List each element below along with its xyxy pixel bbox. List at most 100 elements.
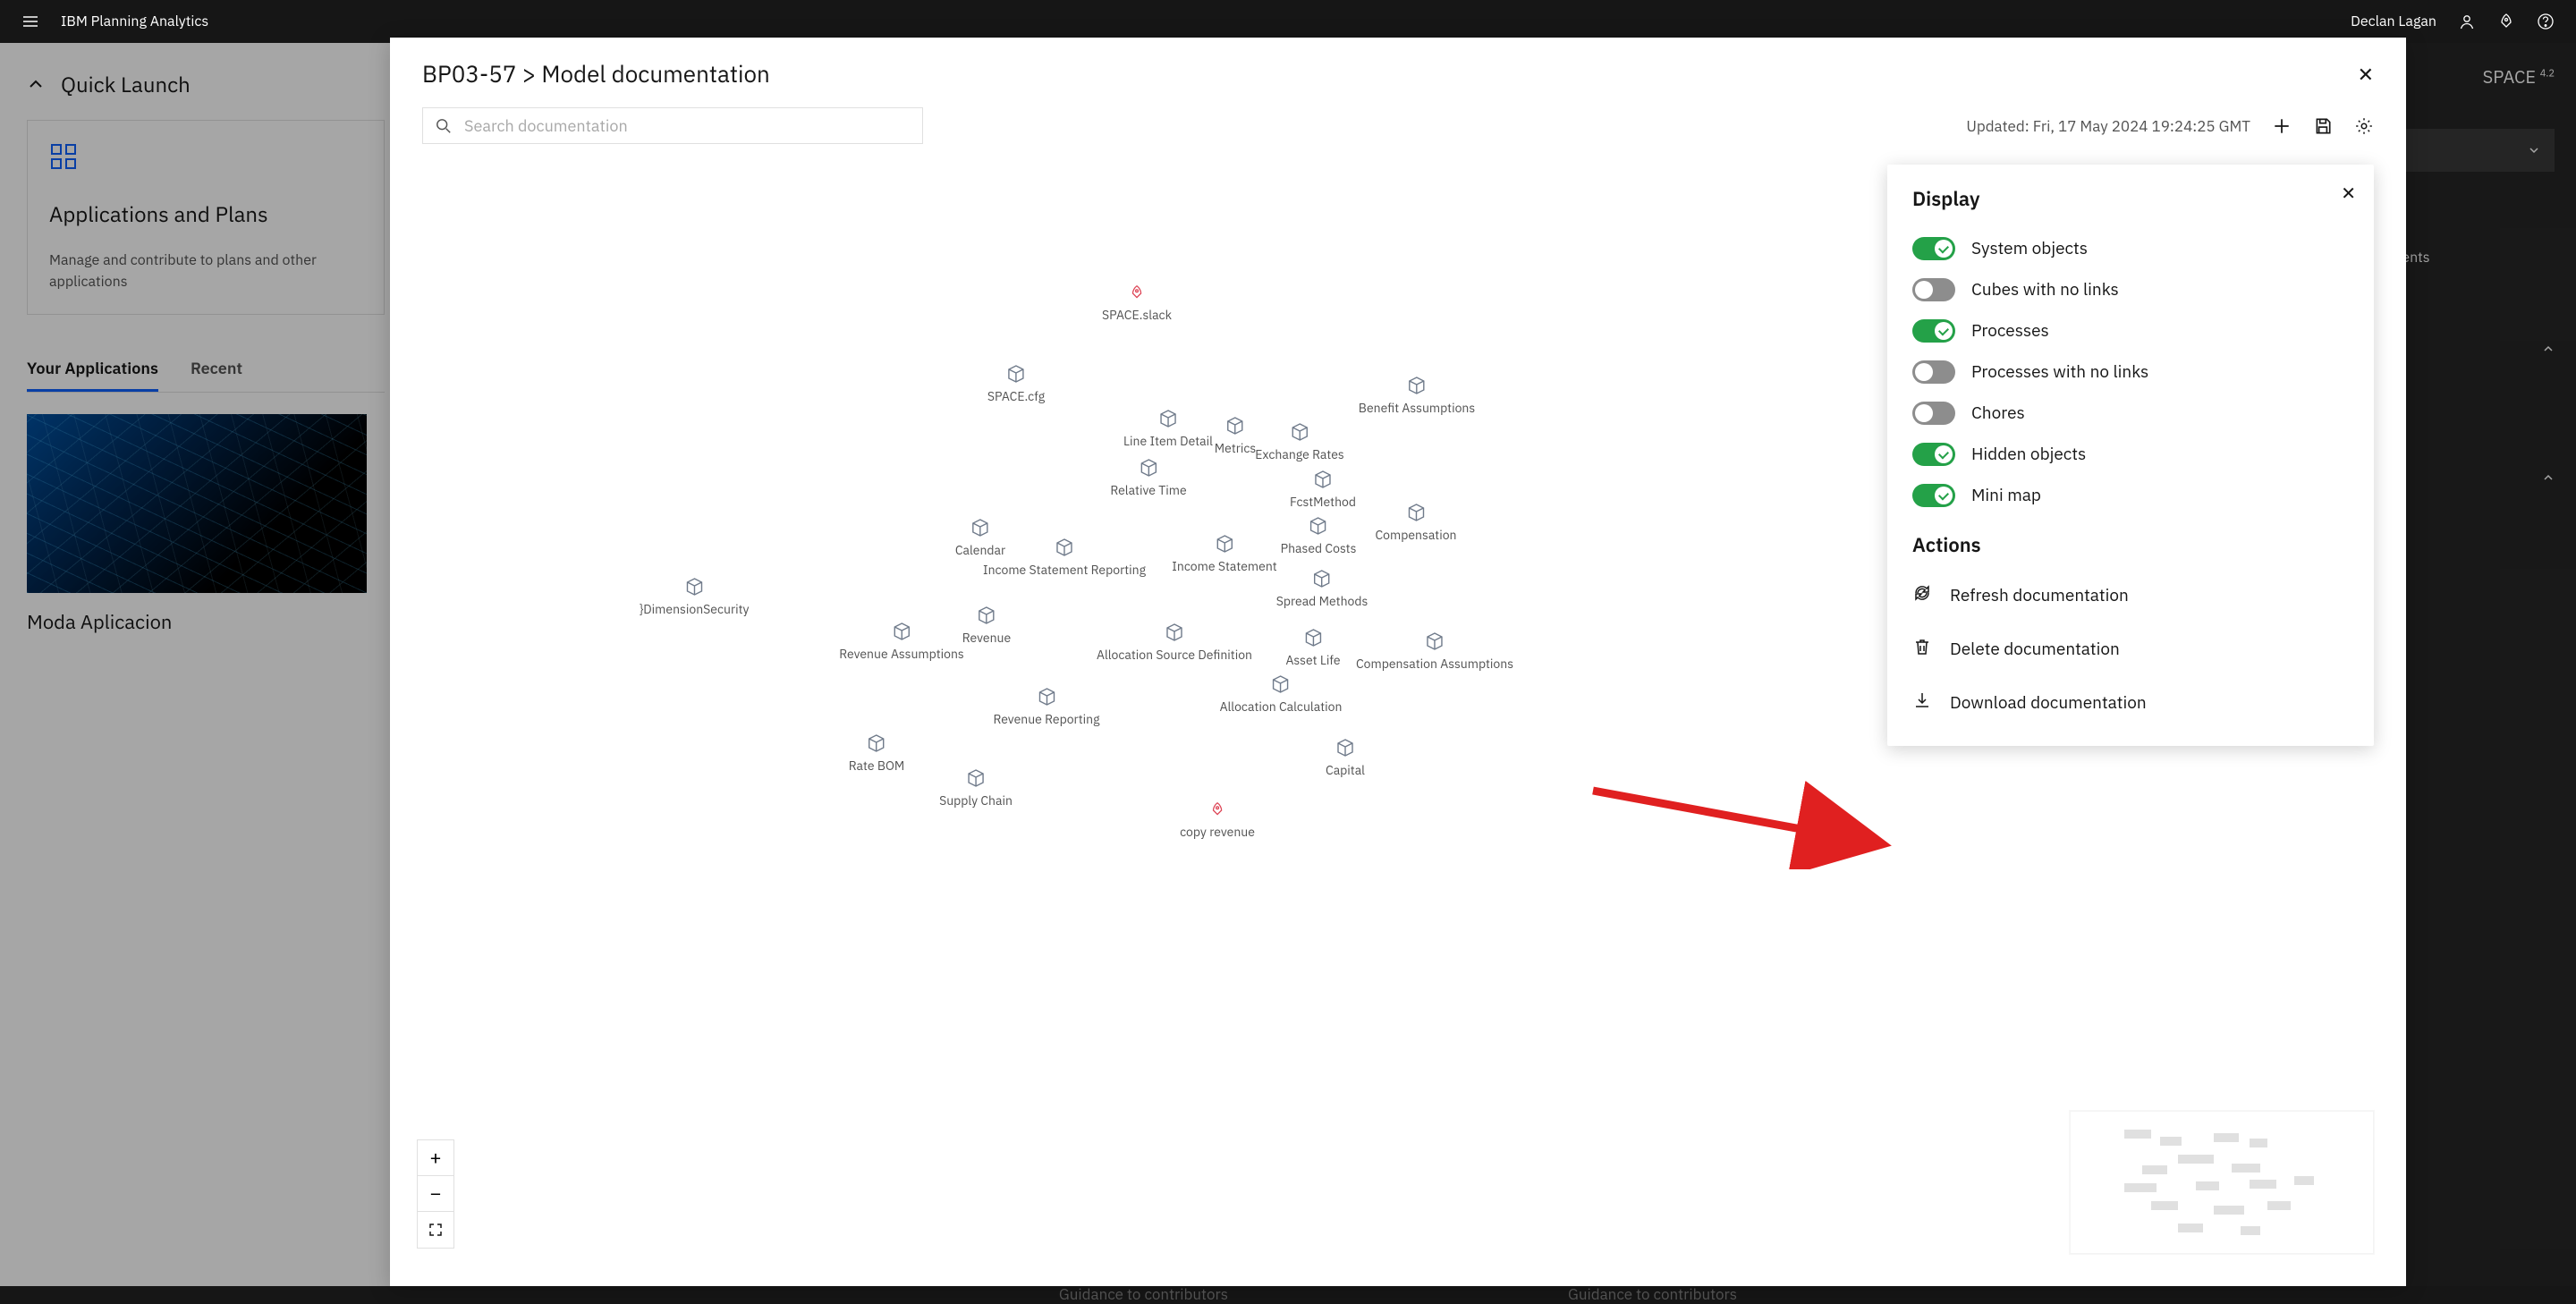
graph-node-relative-time[interactable]: Relative Time <box>1110 457 1186 498</box>
node-label: Allocation Calculation <box>1220 699 1343 715</box>
cube-icon <box>683 576 705 597</box>
action-delete[interactable]: Delete documentation <box>1912 622 2349 676</box>
add-icon[interactable] <box>2272 116 2292 136</box>
node-label: Capital <box>1326 762 1365 778</box>
settings-icon[interactable] <box>2354 116 2374 136</box>
cube-icon <box>1312 469 1334 490</box>
graph-node-rev-assumptions[interactable]: Revenue Assumptions <box>839 621 963 662</box>
graph-node-comp-assumptions[interactable]: Compensation Assumptions <box>1356 631 1513 672</box>
cube-icon <box>1214 533 1235 555</box>
action-refresh[interactable]: Refresh documentation <box>1912 569 2349 622</box>
node-label: Compensation Assumptions <box>1356 656 1513 672</box>
zoom-out-button[interactable]: − <box>418 1176 453 1212</box>
action-download[interactable]: Download documentation <box>1912 676 2349 730</box>
node-label: Exchange Rates <box>1255 446 1343 462</box>
node-label: Asset Life <box>1285 652 1340 668</box>
action-label: Refresh documentation <box>1950 585 2129 606</box>
help-icon[interactable] <box>2537 13 2555 30</box>
toggle-switch[interactable] <box>1912 484 1955 507</box>
cube-icon <box>1054 537 1075 558</box>
menu-icon[interactable] <box>21 13 39 30</box>
toggle-label: System objects <box>1971 238 2088 259</box>
node-label: Income Statement <box>1172 558 1276 574</box>
graph-node-supply-chain[interactable]: Supply Chain <box>939 767 1013 809</box>
toggle-switch[interactable] <box>1912 360 1955 384</box>
close-icon[interactable]: ✕ <box>2358 62 2374 88</box>
graph-node-asset-life[interactable]: Asset Life <box>1285 627 1340 668</box>
node-label: FcstMethod <box>1290 494 1356 510</box>
rocket-icon[interactable] <box>2497 13 2515 30</box>
node-label: Relative Time <box>1110 482 1186 498</box>
toggle-minimap: Mini map <box>1912 475 2349 516</box>
zoom-controls: + − <box>417 1139 454 1249</box>
node-label: Revenue Reporting <box>993 711 1099 727</box>
cube-icon <box>1005 363 1027 385</box>
cube-icon <box>891 621 912 642</box>
zoom-in-button[interactable]: + <box>418 1140 453 1176</box>
toggle-label: Chores <box>1971 402 2025 424</box>
toggle-switch[interactable] <box>1912 443 1955 466</box>
toggle-switch[interactable] <box>1912 278 1955 301</box>
node-label: Revenue <box>962 630 1011 646</box>
cube-icon <box>965 767 987 789</box>
user-name: Declan Lagan <box>2351 13 2436 30</box>
cube-icon <box>970 517 991 538</box>
search-input[interactable] <box>464 115 910 136</box>
cube-icon <box>1308 515 1329 537</box>
close-icon[interactable]: ✕ <box>2341 181 2356 205</box>
graph-node-capital[interactable]: Capital <box>1326 737 1365 778</box>
graph-node-line-item-detail[interactable]: Line Item Detail <box>1123 408 1213 449</box>
node-label: copy revenue <box>1180 824 1255 840</box>
graph-node-space-slack[interactable]: SPACE.slack <box>1102 284 1172 323</box>
cube-icon <box>1289 421 1310 443</box>
user-icon[interactable] <box>2458 13 2476 30</box>
display-settings-popover: ✕ Display System objectsCubes with no li… <box>1887 165 2374 746</box>
graph-node-fcst-method[interactable]: FcstMethod <box>1290 469 1356 510</box>
node-label: Compensation <box>1375 527 1456 543</box>
graph-node-benefit-assumptions[interactable]: Benefit Assumptions <box>1359 375 1475 416</box>
graph-node-copy-revenue[interactable]: copy revenue <box>1180 800 1255 840</box>
cube-icon <box>866 732 887 754</box>
toggle-switch[interactable] <box>1912 402 1955 425</box>
toggle-switch[interactable] <box>1912 319 1955 343</box>
graph-node-phased-costs[interactable]: Phased Costs <box>1281 515 1357 556</box>
search-icon <box>436 118 452 134</box>
model-doc-modal: BP03-57 > Model documentation ✕ Updated:… <box>390 38 2406 1286</box>
graph-node-revenue[interactable]: Revenue <box>962 605 1011 646</box>
fullscreen-button[interactable] <box>418 1212 453 1248</box>
graph-node-alloc-calc[interactable]: Allocation Calculation <box>1220 673 1343 715</box>
download-icon <box>1912 690 1932 716</box>
cube-icon <box>1424 631 1445 652</box>
toggle-label: Processes <box>1971 320 2049 342</box>
toggle-switch[interactable] <box>1912 237 1955 260</box>
cube-icon <box>1164 622 1185 643</box>
refresh-icon <box>1912 583 1932 608</box>
toggle-cubes-nolinks: Cubes with no links <box>1912 269 2349 310</box>
node-label: Revenue Assumptions <box>839 646 963 662</box>
node-label: Supply Chain <box>939 792 1013 809</box>
save-icon[interactable] <box>2313 116 2333 136</box>
cube-icon <box>1224 415 1246 436</box>
graph-node-alloc-src-def[interactable]: Allocation Source Definition <box>1097 622 1252 663</box>
toggle-hidden: Hidden objects <box>1912 434 2349 475</box>
graph-node-rev-reporting[interactable]: Revenue Reporting <box>993 686 1099 727</box>
graph-node-dimsec[interactable]: }DimensionSecurity <box>639 576 749 617</box>
graph-node-metrics[interactable]: Metrics <box>1215 415 1256 456</box>
graph-node-compensation[interactable]: Compensation <box>1375 502 1456 543</box>
node-label: Line Item Detail <box>1123 433 1213 449</box>
node-label: Phased Costs <box>1281 540 1357 556</box>
graph-node-income-statement[interactable]: Income Statement <box>1172 533 1276 574</box>
graph-node-rate-bom[interactable]: Rate BOM <box>849 732 905 774</box>
graph-node-spread-methods[interactable]: Spread Methods <box>1276 568 1368 609</box>
actions-heading: Actions <box>1912 532 2349 558</box>
cube-icon <box>1302 627 1324 648</box>
graph-node-space-cfg[interactable]: SPACE.cfg <box>987 363 1045 404</box>
graph-edges <box>390 151 658 285</box>
graph-node-is-reporting[interactable]: Income Statement Reporting <box>983 537 1146 578</box>
graph-node-exchange-rates[interactable]: Exchange Rates <box>1255 421 1343 462</box>
topbar: IBM Planning Analytics Declan Lagan <box>0 0 2576 43</box>
toggle-sys-obj: System objects <box>1912 228 2349 269</box>
node-label: }DimensionSecurity <box>639 601 749 617</box>
toggle-label: Cubes with no links <box>1971 279 2119 301</box>
minimap[interactable] <box>2070 1111 2374 1254</box>
